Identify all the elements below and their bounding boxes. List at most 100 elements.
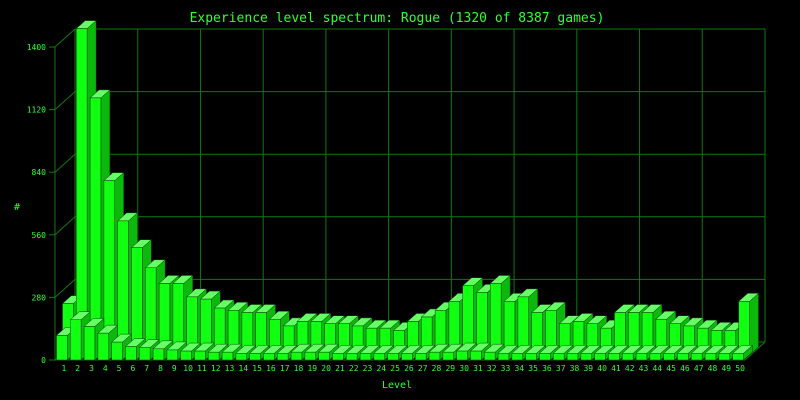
bar-front-24-front — [373, 353, 385, 361]
x-tick-label: 35 — [528, 364, 538, 373]
x-tick-label: 17 — [280, 364, 290, 373]
x-tick-label: 13 — [225, 364, 235, 373]
x-tick-label: 49 — [721, 364, 731, 373]
x-tick-label: 42 — [625, 364, 635, 373]
y-tick-label: 560 — [32, 231, 47, 240]
bar-front-30-front — [456, 350, 468, 361]
x-tick-label: 47 — [694, 364, 704, 373]
bar-front-6-front — [125, 346, 137, 361]
bar-front-3-front — [83, 326, 96, 361]
bar-front-16-front — [263, 353, 275, 361]
x-tick-label: 5 — [117, 364, 122, 373]
y-tick-label: 0 — [41, 356, 46, 365]
bar-front-17-front — [277, 353, 289, 361]
x-tick-label: 27 — [418, 364, 428, 373]
x-tick-label: 31 — [473, 364, 483, 373]
bar-front-44-front — [649, 353, 661, 361]
x-tick-label: 43 — [639, 364, 649, 373]
x-tick-label: 24 — [376, 364, 386, 373]
x-tick-label: 22 — [349, 364, 359, 373]
bar-front-19-front — [304, 351, 316, 361]
x-tick-label: 1 — [61, 364, 66, 373]
bar-front-42-front — [622, 353, 634, 361]
bar-front-47-front — [691, 353, 703, 361]
x-tick-label: 23 — [363, 364, 373, 373]
x-tick-label: 18 — [294, 364, 304, 373]
bar-front-26-front — [401, 353, 413, 361]
x-tick-label: 11 — [197, 364, 207, 373]
bar-front-46-front — [677, 353, 689, 361]
x-tick-label: 40 — [597, 364, 607, 373]
bar-front-39-front — [580, 353, 592, 361]
y-axis-label: # — [14, 202, 20, 213]
bar-front-25-front — [387, 353, 399, 361]
bar-front-41-front — [608, 353, 620, 361]
bar-front-21-front — [332, 353, 344, 361]
bar-front-49-front — [718, 353, 730, 361]
bar-front-15-front — [249, 353, 261, 361]
bar-front-2-front — [70, 319, 82, 361]
bar-front-34-front — [511, 353, 523, 361]
bar-front-48-front — [704, 353, 717, 361]
x-tick-label: 38 — [570, 364, 580, 373]
bar-front-28-front — [428, 351, 441, 361]
bar-front-18-front — [290, 351, 303, 361]
x-tick-label: 33 — [501, 364, 511, 373]
bar-front-35-front — [525, 353, 537, 361]
x-tick-label: 10 — [183, 364, 193, 373]
bar-front-31-front — [470, 350, 482, 361]
x-tick-label: 9 — [172, 364, 177, 373]
x-tick-label: 2 — [75, 364, 80, 373]
x-tick-label: 41 — [611, 364, 621, 373]
x-tick-label: 15 — [252, 364, 262, 373]
chart-title: Experience level spectrum: Rogue (1320 o… — [190, 11, 605, 26]
y-tick-label: 1120 — [27, 106, 46, 115]
x-tick-label: 48 — [708, 364, 718, 373]
bar-back-3-front — [89, 97, 102, 356]
bar-front-7-front — [139, 347, 151, 361]
x-tick-label: 32 — [487, 364, 497, 373]
x-tick-label: 36 — [542, 364, 552, 373]
x-tick-label: 44 — [652, 364, 662, 373]
x-tick-label: 34 — [514, 364, 524, 373]
bar-front-36-front — [539, 353, 551, 361]
x-tick-label: 19 — [307, 364, 317, 373]
bar-front-12-front — [208, 351, 220, 361]
x-tick-label: 25 — [390, 364, 400, 373]
bar-front-32-front — [484, 351, 496, 361]
bar-front-40-front — [594, 353, 606, 361]
x-tick-label: 37 — [556, 364, 566, 373]
x-tick-label: 4 — [103, 364, 108, 373]
x-tick-label: 45 — [666, 364, 676, 373]
bar-front-4-front — [97, 332, 109, 361]
y-tick-label: 280 — [32, 293, 47, 302]
bar-front-50-front — [732, 353, 744, 361]
bar-front-27-front — [415, 353, 427, 361]
x-tick-label: 39 — [583, 364, 593, 373]
x-tick-label: 30 — [459, 364, 469, 373]
bar-front-14-front — [235, 353, 247, 361]
x-tick-label: 29 — [445, 364, 455, 373]
x-axis-label: Level — [382, 380, 412, 391]
bar-front-38-front — [566, 353, 579, 361]
bar-front-22-front — [346, 353, 358, 361]
x-tick-label: 6 — [130, 364, 135, 373]
x-tick-label: 50 — [735, 364, 745, 373]
bar-front-43-front — [635, 353, 648, 361]
experience-level-chart: 028056084011201400 1 2 3 4 5 6 7 8 9 10 11 12 13 14 15… — [0, 0, 800, 400]
x-tick-label: 12 — [211, 364, 221, 373]
bar-front-11-front — [194, 350, 206, 361]
y-tick-label: 1400 — [27, 43, 46, 52]
bar-front-45-front — [663, 353, 675, 361]
x-tick-label: 14 — [238, 364, 248, 373]
y-tick-label: 840 — [32, 168, 47, 177]
x-tick-label: 8 — [158, 364, 163, 373]
bar-front-33-front — [497, 353, 510, 361]
x-tick-label: 3 — [89, 364, 94, 373]
bar-front-9-front — [166, 349, 178, 361]
x-tick-label: 21 — [335, 364, 345, 373]
bar-front-8-front — [152, 348, 165, 361]
x-tick-label: 7 — [144, 364, 149, 373]
x-tick-label: 26 — [404, 364, 414, 373]
bar-front-1-front — [56, 335, 68, 361]
